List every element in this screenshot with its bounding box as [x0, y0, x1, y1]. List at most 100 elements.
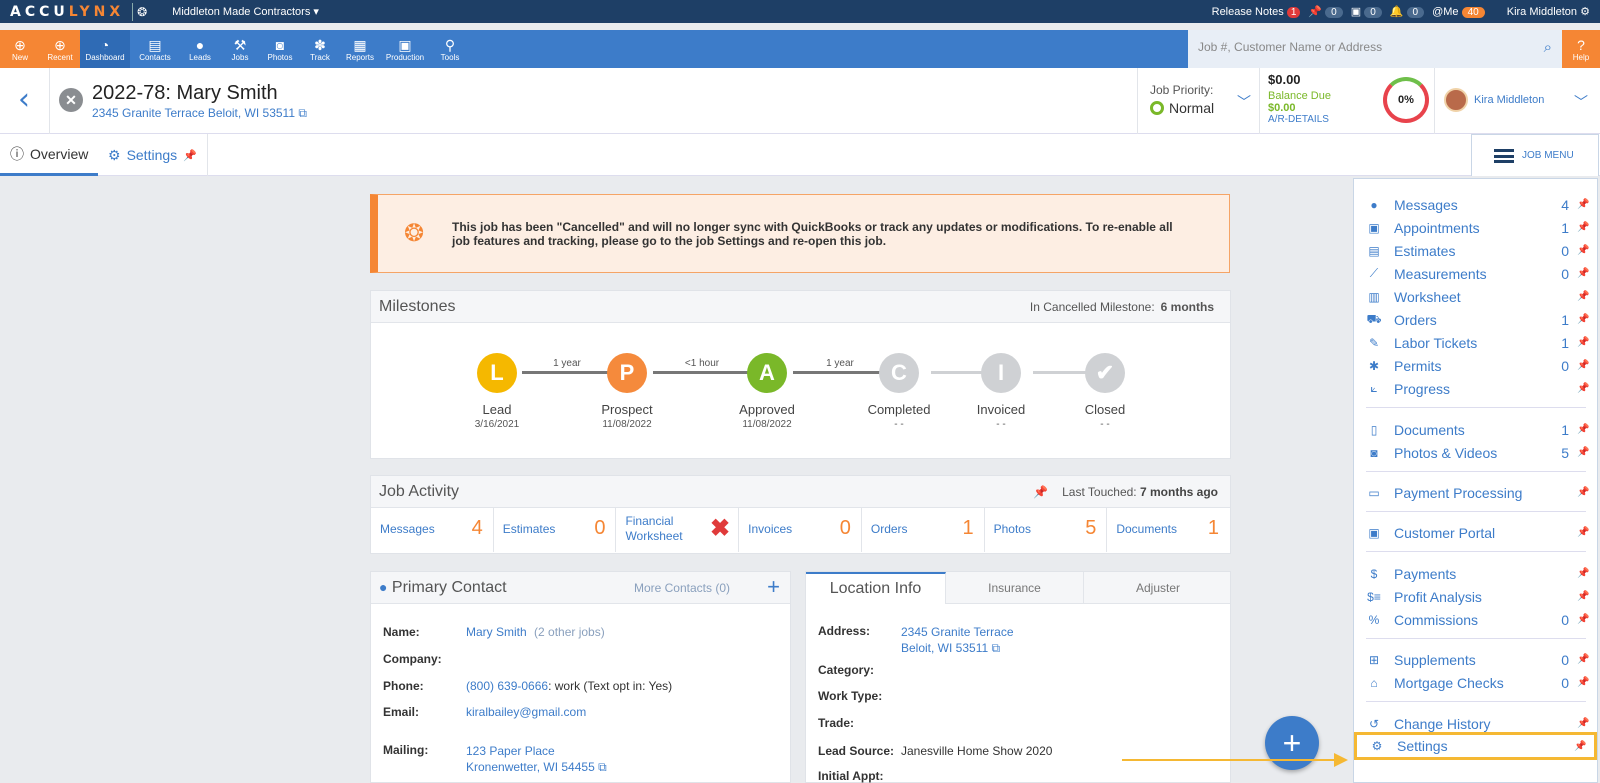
- nav-leads[interactable]: ● Leads: [180, 30, 220, 68]
- more-contacts-link[interactable]: More Contacts (0): [634, 581, 730, 595]
- menu-item-settings[interactable]: ⚙ Settings 📌: [1354, 732, 1597, 760]
- external-link-icon: ⧉: [598, 760, 607, 774]
- menu-item-payment-processing[interactable]: ▭ Payment Processing 📌: [1354, 481, 1597, 504]
- search-icon[interactable]: ⌕: [1544, 39, 1552, 56]
- activity-financial-worksheet[interactable]: Financial Worksheet ✖: [616, 508, 740, 552]
- menu-item-labor-tickets[interactable]: ✎ Labor Tickets 1 📌: [1354, 331, 1597, 354]
- pin-icon[interactable]: 📌: [1577, 314, 1597, 325]
- menu-item-permits[interactable]: ✱ Permits 0 📌: [1354, 354, 1597, 377]
- search-input[interactable]: Job #, Customer Name or Address ⌕: [1188, 30, 1562, 68]
- milestone-invoiced[interactable]: I: [981, 353, 1021, 393]
- tab-settings[interactable]: ⚙ Settings 📌: [98, 134, 208, 176]
- app-logo[interactable]: ACCULYNX: [10, 4, 124, 20]
- menu-item-appointments[interactable]: ▣ Appointments 1 📌: [1354, 216, 1597, 239]
- notifications-button[interactable]: 🔔 0: [1390, 5, 1425, 18]
- job-menu-button[interactable]: JOB MENU: [1471, 134, 1599, 176]
- pin-icon[interactable]: 📌: [1577, 487, 1597, 498]
- tab-location-info[interactable]: Location Info: [806, 572, 946, 604]
- pin-icon[interactable]: 📌: [1577, 614, 1597, 625]
- pin-icon[interactable]: 📌: [1577, 291, 1597, 302]
- hamburger-icon: [1494, 148, 1514, 163]
- pin-button[interactable]: 📌 0: [1308, 5, 1343, 18]
- pin-icon[interactable]: 📌: [1577, 245, 1597, 256]
- menu-item-mortgage-checks[interactable]: ⌂ Mortgage Checks 0 📌: [1354, 671, 1597, 694]
- milestone-closed[interactable]: ✔: [1085, 353, 1125, 393]
- menu-item-progress[interactable]: ⟀ Progress 📌: [1354, 377, 1597, 400]
- menu-item-profit-analysis[interactable]: $≡ Profit Analysis 📌: [1354, 585, 1597, 608]
- add-contact-icon[interactable]: +: [767, 574, 780, 600]
- contact-mailing-link[interactable]: 123 Paper Place Kronenwetter, WI 54455 ⧉: [466, 743, 607, 775]
- activity-estimates[interactable]: Estimates 0: [494, 508, 617, 552]
- pin-icon[interactable]: 📌: [1577, 222, 1597, 233]
- pin-icon[interactable]: 📌: [1577, 337, 1597, 348]
- assigned-user[interactable]: Kira Middleton: [1444, 88, 1544, 112]
- menu-item-measurements[interactable]: ⟋ Measurements 0 📌: [1354, 262, 1597, 285]
- pin-icon[interactable]: 📌: [1577, 568, 1597, 579]
- pin-icon[interactable]: 📌: [1577, 527, 1597, 538]
- menu-item-worksheet[interactable]: ▥ Worksheet 📌: [1354, 285, 1597, 308]
- pin-icon[interactable]: 📌: [1577, 677, 1597, 688]
- milestone-completed[interactable]: C: [879, 353, 919, 393]
- me-button[interactable]: @Me 40: [1432, 6, 1485, 18]
- other-jobs-link[interactable]: (2 other jobs): [534, 625, 605, 639]
- menu-item-orders[interactable]: ⛟ Orders 1 📌: [1354, 308, 1597, 331]
- back-arrow-icon[interactable]: ‹: [18, 82, 30, 117]
- milestone-prospect[interactable]: P: [607, 353, 647, 393]
- menu-item-commissions[interactable]: % Commissions 0 📌: [1354, 608, 1597, 631]
- job-address-link[interactable]: 2345 Granite Terrace Beloit, WI 53511 ⧉: [92, 106, 307, 121]
- menu-item-customer-portal[interactable]: ▣ Customer Portal 📌: [1354, 521, 1597, 544]
- release-notes-link[interactable]: Release Notes 1: [1212, 6, 1301, 18]
- recent-button[interactable]: ⊕ Recent: [40, 30, 80, 68]
- calendar-button[interactable]: ▣ 0: [1351, 5, 1382, 18]
- priority-chevron-icon[interactable]: ﹀: [1237, 92, 1251, 112]
- ar-details-link[interactable]: A/R-DETAILS: [1268, 114, 1331, 125]
- menu-item-photos-videos[interactable]: ◙ Photos & Videos 5 📌: [1354, 441, 1597, 464]
- nav-jobs[interactable]: ⚒ Jobs: [220, 30, 260, 68]
- pin-icon[interactable]: 📌: [1577, 199, 1597, 210]
- menu-item-payments[interactable]: $ Payments 📌: [1354, 562, 1597, 585]
- nav-reports[interactable]: ▦ Reports: [340, 30, 380, 68]
- pin-icon[interactable]: 📌: [1033, 485, 1048, 499]
- nav-dashboard[interactable]: ◔ Dashboard: [80, 30, 130, 68]
- nav-photos[interactable]: ◙ Photos: [260, 30, 300, 68]
- new-button[interactable]: ⊕ New: [0, 30, 40, 68]
- help-button[interactable]: ? Help: [1562, 30, 1600, 68]
- menu-item-documents[interactable]: ▯ Documents 1 📌: [1354, 418, 1597, 441]
- tab-adjuster[interactable]: Adjuster: [1084, 572, 1232, 604]
- nav-track[interactable]: ✽ Track: [300, 30, 340, 68]
- pin-icon[interactable]: 📌: [1577, 654, 1597, 665]
- pin-icon[interactable]: 📌: [1577, 424, 1597, 435]
- pin-icon[interactable]: 📌: [1577, 591, 1597, 602]
- menu-item-supplements[interactable]: ⊞ Supplements 0 📌: [1354, 648, 1597, 671]
- nav-tools[interactable]: ⚲ Tools: [430, 30, 470, 68]
- contact-phone-link[interactable]: (800) 639-0666: work (Text opt in: Yes): [466, 679, 672, 693]
- user-menu[interactable]: Kira Middleton ⚙: [1507, 5, 1590, 18]
- activity-documents[interactable]: Documents 1: [1107, 508, 1229, 552]
- pin-icon[interactable]: 📌: [1574, 741, 1594, 752]
- pin-icon[interactable]: 📌: [183, 149, 197, 162]
- tab-insurance[interactable]: Insurance: [946, 572, 1084, 604]
- activity-photos[interactable]: Photos 5: [985, 508, 1108, 552]
- milestone-approved[interactable]: A: [747, 353, 787, 393]
- activity-orders[interactable]: Orders 1: [862, 508, 985, 552]
- pin-icon[interactable]: 📌: [1577, 268, 1597, 279]
- nav-production[interactable]: ▣ Production: [380, 30, 430, 68]
- activity-messages[interactable]: Messages 4: [371, 508, 494, 552]
- pin-icon[interactable]: 📌: [1577, 360, 1597, 371]
- job-priority[interactable]: Job Priority: Normal: [1150, 83, 1214, 116]
- add-fab-button[interactable]: +: [1265, 716, 1319, 770]
- contact-name-link[interactable]: Mary Smith (2 other jobs): [466, 625, 605, 639]
- pin-icon[interactable]: 📌: [1577, 718, 1597, 729]
- activity-invoices[interactable]: Invoices 0: [739, 508, 862, 552]
- tab-overview[interactable]: ⓘ Overview: [0, 134, 98, 176]
- menu-item-messages[interactable]: ● Messages 4 📌: [1354, 193, 1597, 216]
- pin-icon[interactable]: 📌: [1577, 447, 1597, 458]
- contact-email-link[interactable]: kiralbailey@gmail.com: [466, 705, 586, 719]
- location-address-link[interactable]: 2345 Granite Terrace Beloit, WI 53511 ⧉: [901, 624, 1014, 656]
- user-chevron-icon[interactable]: ﹀: [1574, 92, 1588, 112]
- company-dropdown[interactable]: Middleton Made Contractors ▾: [172, 5, 319, 18]
- pin-icon[interactable]: 📌: [1577, 383, 1597, 394]
- milestone-lead[interactable]: L: [477, 353, 517, 393]
- menu-item-estimates[interactable]: ▤ Estimates 0 📌: [1354, 239, 1597, 262]
- nav-contacts[interactable]: ▤ Contacts: [130, 30, 180, 68]
